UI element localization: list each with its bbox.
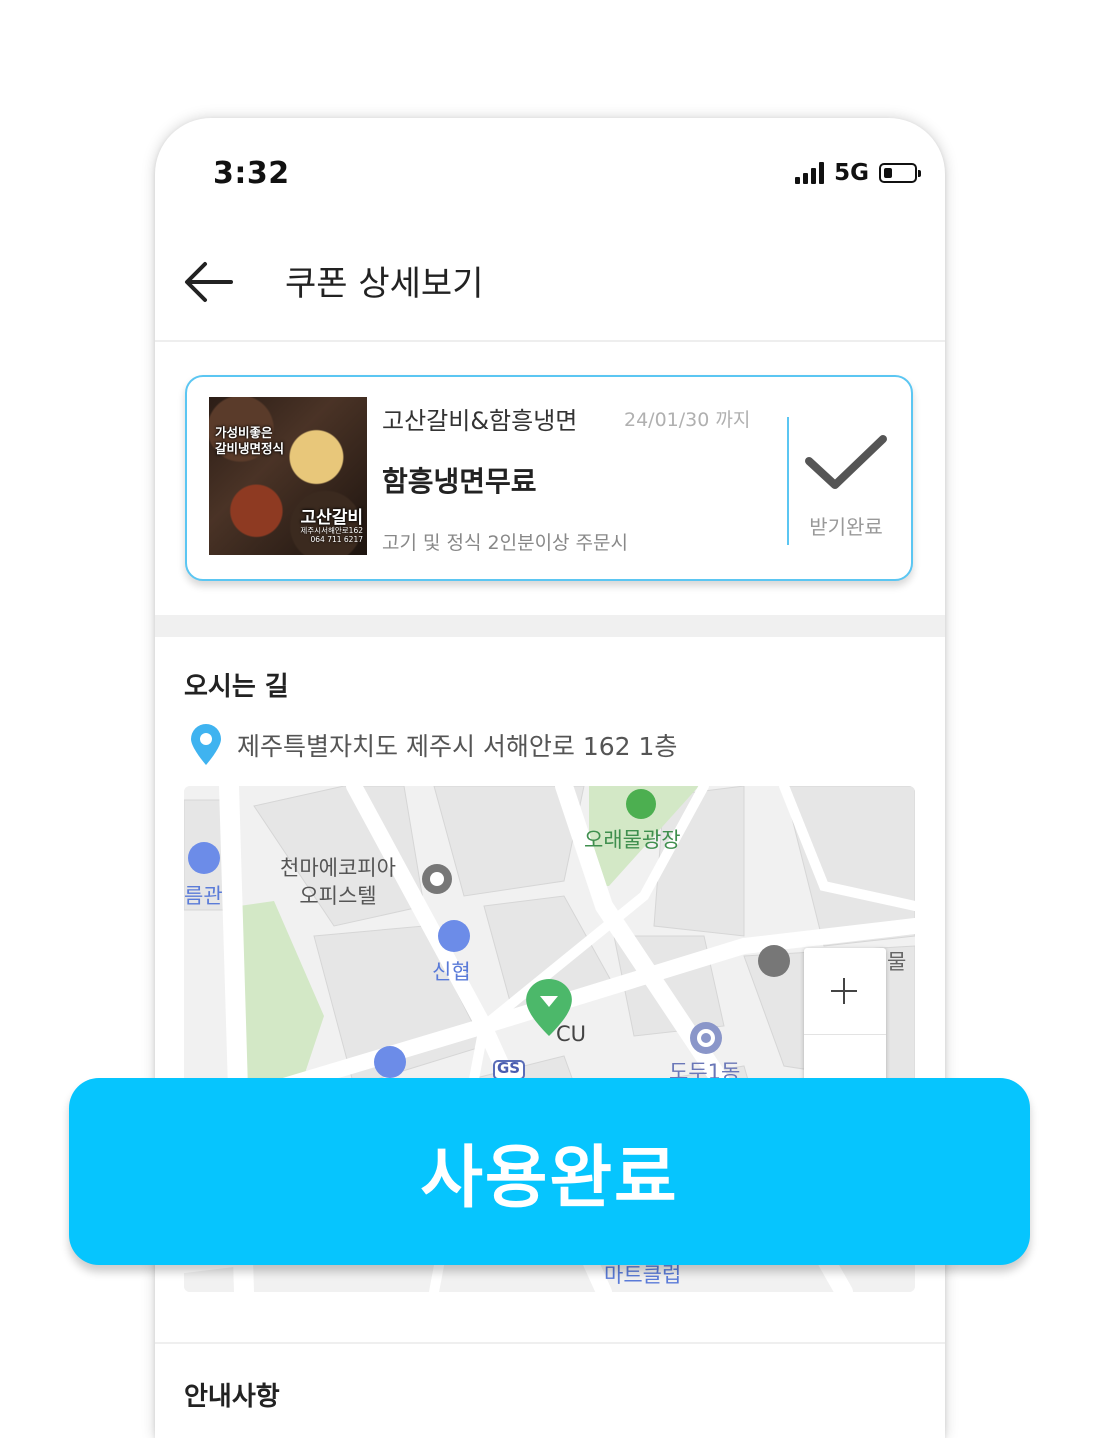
section-divider [155,615,945,637]
map-label-plaza: 오래물광장 [584,828,681,852]
page-title: 쿠폰 상세보기 [285,264,484,304]
location-pin-icon [191,724,221,765]
coupon-card[interactable]: 가성비좋은 갈비냉면정식 고산갈비 제주시서해안로162 064 711 621… [185,375,913,581]
map-label-building: 천마에코피아 오피스텔 [280,854,396,910]
network-label: 5G [834,160,869,186]
received-label: 받기완료 [809,515,883,539]
map-label-bank: 신협 [432,960,471,984]
status-indicators: 5G [795,160,921,186]
map-label-building-line2: 오피스텔 [299,884,377,908]
section-divider-bottom [155,1342,945,1344]
photo-contact: 제주시서해안로162 064 711 6217 [300,526,363,544]
map-label-right: 물 [887,950,907,974]
coupon-divider [787,417,789,545]
map-label-hotel: 름관 [184,884,223,908]
photo-text-line1: 가성비좋은 [215,425,273,440]
map-label-store: CU [556,1022,587,1046]
expiry-date: 24/01/30 까지 [624,409,751,431]
coupon-benefit: 함흥냉면무료 [382,465,537,498]
use-complete-button[interactable]: 사용완료 [69,1078,1030,1265]
map-label-building-line1: 천마에코피아 [280,856,396,880]
coupon-condition: 고기 및 정식 2인분이상 주문시 [382,532,629,554]
signal-icon [795,162,825,184]
photo-store-name: 고산갈비 [300,508,363,528]
guide-title: 안내사항 [184,1382,280,1412]
map-label-gas: GS [497,1059,521,1077]
store-photo-caption: 가성비좋은 갈비냉면정식 [215,425,284,457]
back-button[interactable] [183,256,235,308]
store-photo: 가성비좋은 갈비냉면정식 고산갈비 제주시서해안로162 064 711 621… [209,397,367,555]
battery-icon [879,163,921,183]
status-time: 3:32 [213,156,290,191]
store-address: 제주특별자치도 제주시 서해안로 162 1층 [237,732,678,761]
header-divider [155,340,945,342]
directions-title: 오시는 길 [184,672,289,702]
check-icon [805,435,887,489]
photo-address: 제주시서해안로162 [300,526,363,535]
photo-text-line2: 갈비냉면정식 [215,441,285,456]
zoom-in-button[interactable] [804,948,886,1035]
photo-phone: 064 711 6217 [310,535,364,544]
arrow-left-icon [185,262,233,302]
store-name: 고산갈비&함흥냉면 [382,407,578,435]
